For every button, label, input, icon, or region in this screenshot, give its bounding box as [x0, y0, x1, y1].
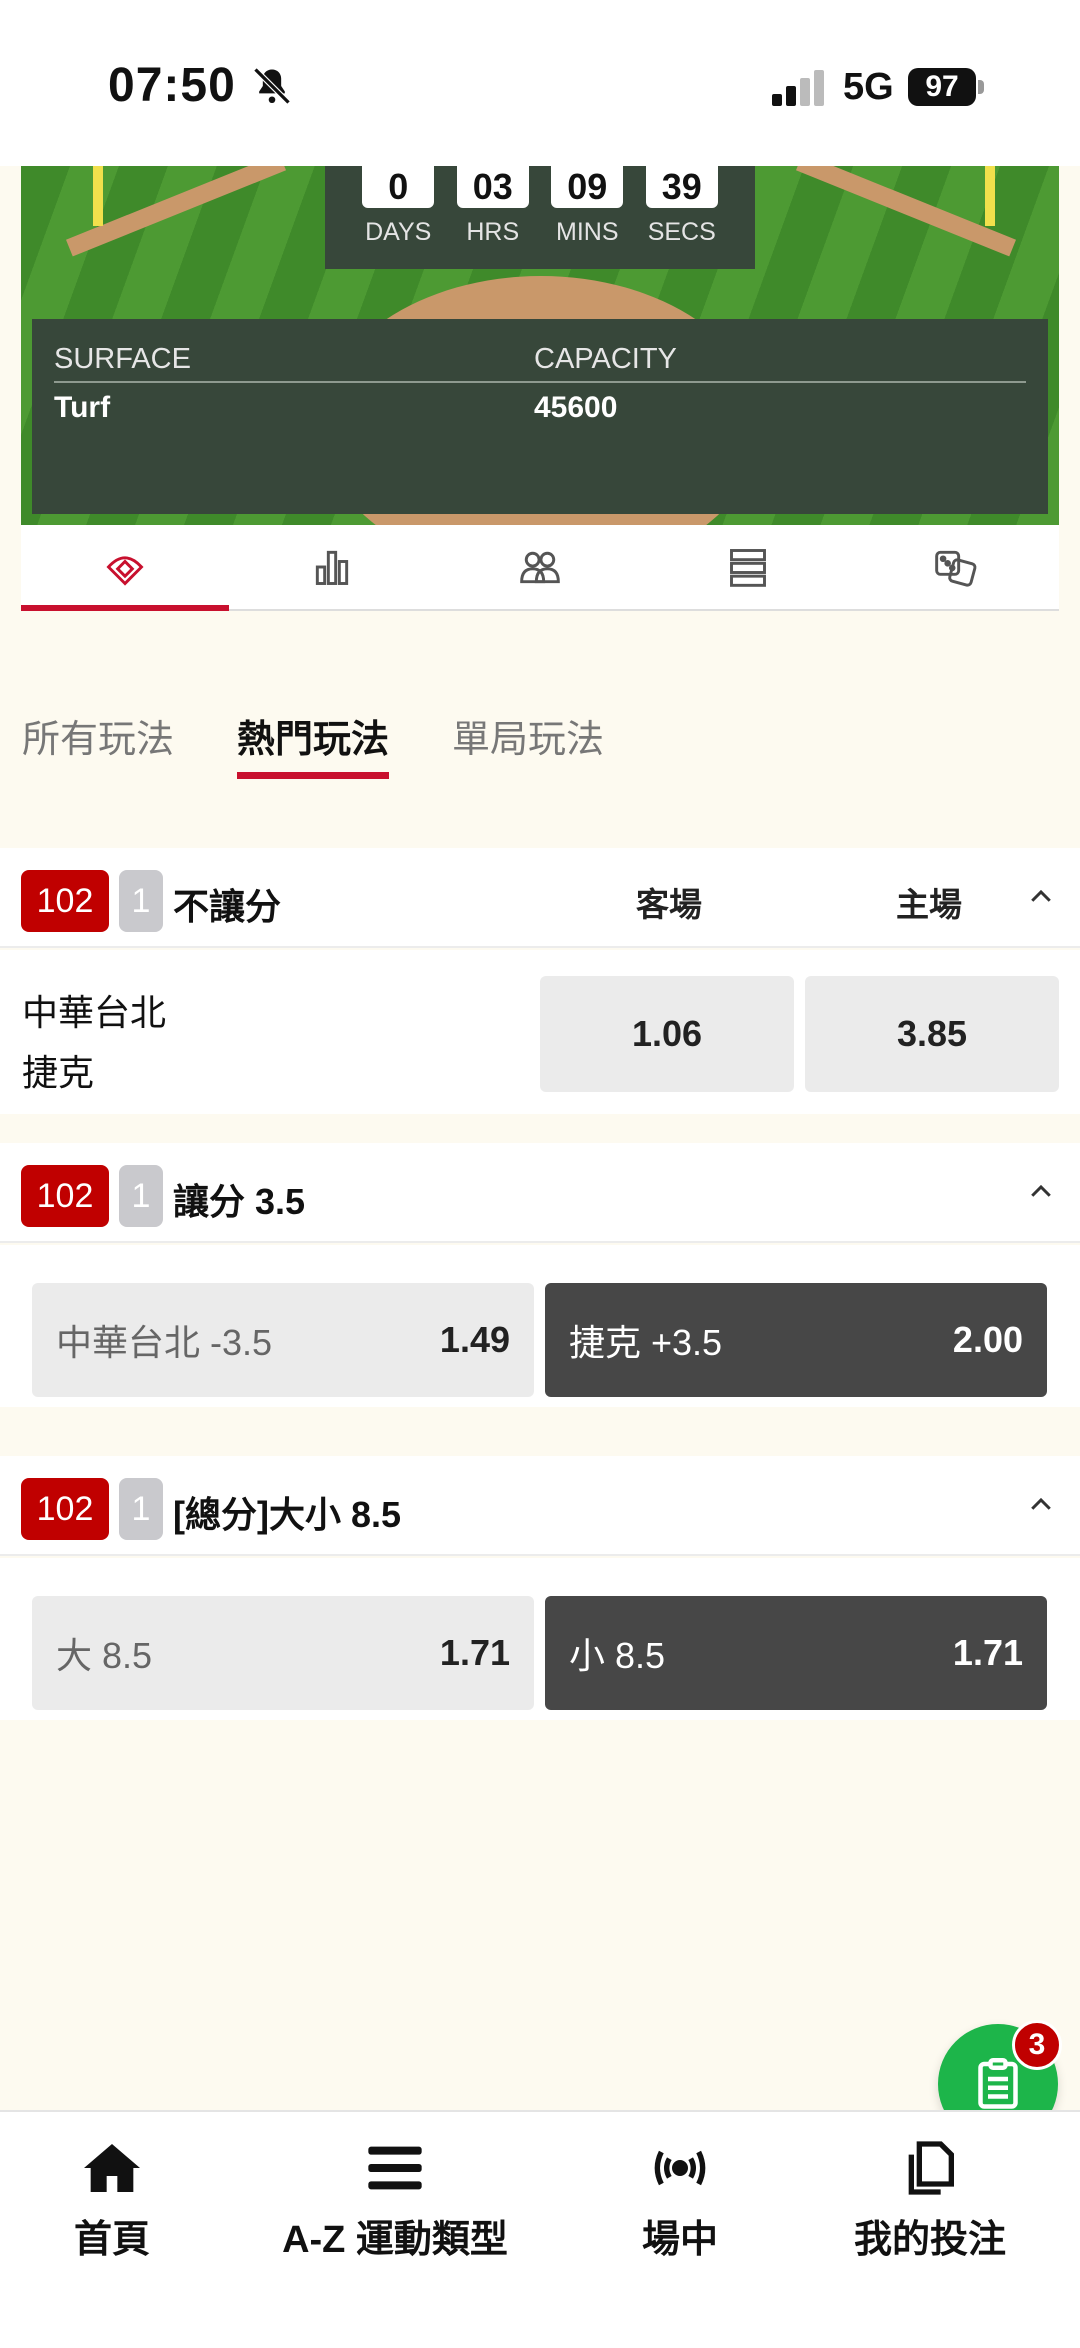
tab-field[interactable]	[21, 525, 229, 611]
nav-live-label: 場中	[641, 2219, 718, 2261]
field-dirt-right	[796, 166, 1016, 257]
selection-label: 大 8.5	[56, 1635, 153, 1676]
tab-stats[interactable]	[229, 525, 437, 609]
tab-all-markets[interactable]: 所有玩法	[22, 708, 174, 763]
venue-info-headers: SURFACE CAPACITY	[54, 343, 1026, 383]
market-title: 讓分 3.5	[173, 1181, 306, 1222]
surface-label: SURFACE	[54, 343, 191, 375]
handicap-left-selection[interactable]: 中華台北 -3.5 1.49	[32, 1283, 534, 1397]
list-icon	[729, 549, 766, 587]
market-title: [總分]大小 8.5	[173, 1494, 402, 1535]
countdown-days-value: 0	[362, 166, 435, 208]
team-2-name: 捷克	[22, 1052, 95, 1093]
away-odds-button[interactable]: 1.06	[540, 976, 794, 1092]
home-icon	[84, 2144, 140, 2192]
market-header-handicap[interactable]: 102 1 讓分 3.5	[0, 1143, 1080, 1243]
capacity-label: CAPACITY	[534, 343, 677, 375]
countdown-seconds-label: SECS	[647, 218, 716, 246]
handicap-right-selection[interactable]: 捷克 +3.5 2.00	[545, 1283, 1047, 1397]
surface-value: Turf	[54, 391, 111, 424]
away-column-header: 客場	[636, 886, 702, 923]
event-number-badge: 102	[21, 1165, 109, 1227]
stats-bar-chart-icon	[316, 550, 349, 585]
countdown-hours-label: HRS	[466, 218, 520, 246]
network-type: 5G	[843, 66, 894, 108]
event-number-badge: 102	[21, 870, 109, 932]
period-badge: 1	[119, 870, 163, 932]
match-info-tabs	[21, 525, 1059, 611]
countdown-minutes-value: 09	[551, 166, 624, 208]
market-header-total[interactable]: 102 1 [總分]大小 8.5	[0, 1456, 1080, 1556]
tab-inning-markets[interactable]: 單局玩法	[452, 708, 604, 763]
home-column-header: 主場	[896, 886, 962, 923]
nav-my-bets[interactable]: 我的投注	[850, 2136, 1010, 2263]
menu-icon	[368, 2146, 422, 2190]
market-category-tabs: 所有玩法 熱門玩法 單局玩法	[0, 680, 1080, 790]
status-time: 07:50	[108, 59, 236, 112]
nav-home[interactable]: 首頁	[62, 2136, 162, 2263]
status-bar: 07:50 5G 97	[0, 0, 1080, 166]
live-broadcast-icon	[654, 2150, 706, 2186]
stadium-banner: 0 DAYS 03 HRS 09 MINS 39 SECS SURFACE CA…	[21, 166, 1059, 525]
countdown-hours: 03 HRS	[456, 166, 529, 269]
total-over-selection[interactable]: 大 8.5 1.71	[32, 1596, 534, 1710]
team-1-name: 中華台北	[22, 992, 167, 1033]
players-icon	[520, 551, 560, 584]
nav-my-bets-label: 我的投注	[853, 2219, 1006, 2261]
baseball-field-icon	[106, 556, 144, 586]
bottom-navigation: 首頁 A-Z 運動類型 場中 我的投注	[0, 2110, 1080, 2348]
dice-icon	[935, 550, 977, 587]
nav-sports-az[interactable]: A-Z 運動類型	[280, 2136, 510, 2263]
foul-line-right	[985, 166, 995, 226]
total-under-selection[interactable]: 小 8.5 1.71	[545, 1596, 1047, 1710]
countdown-minutes: 09 MINS	[551, 166, 624, 269]
home-odds-button[interactable]: 3.85	[805, 976, 1059, 1092]
countdown-seconds: 39 SECS	[645, 166, 718, 269]
chevron-up-icon[interactable]	[1026, 1490, 1056, 1520]
documents-icon	[908, 2141, 954, 2195]
selection-label: 小 8.5	[569, 1635, 666, 1676]
foul-line-left	[93, 166, 103, 226]
period-badge: 1	[119, 1165, 163, 1227]
countdown-days-label: DAYS	[365, 218, 432, 246]
nav-sports-az-label: A-Z 運動類型	[282, 2219, 508, 2261]
selection-label: 捷克 +3.5	[569, 1322, 723, 1363]
market-title: 不讓分	[173, 886, 282, 927]
countdown-hours-value: 03	[456, 166, 529, 208]
battery-indicator: 97	[908, 68, 976, 106]
tab-dice[interactable]	[851, 525, 1059, 609]
nav-live[interactable]: 場中	[630, 2136, 730, 2263]
venue-info-panel: SURFACE CAPACITY Turf 45600	[32, 319, 1048, 514]
chevron-up-icon[interactable]	[1026, 882, 1056, 912]
bell-muted-icon	[253, 67, 291, 105]
nav-home-label: 首頁	[73, 2219, 150, 2261]
tab-list[interactable]	[644, 525, 852, 609]
tab-popular-markets[interactable]: 熱門玩法	[237, 708, 390, 779]
market-body-handicap: 中華台北 -3.5 1.49 捷克 +3.5 2.00	[0, 1245, 1080, 1407]
tab-players[interactable]	[436, 525, 644, 609]
market-body-total: 大 8.5 1.71 小 8.5 1.71	[0, 1558, 1080, 1720]
period-badge: 1	[119, 1478, 163, 1540]
capacity-value: 45600	[534, 391, 618, 424]
betslip-count-badge: 3	[1012, 2020, 1062, 2070]
cellular-signal-icon	[772, 70, 824, 106]
chevron-up-icon[interactable]	[1026, 1177, 1056, 1207]
event-number-badge: 102	[21, 1478, 109, 1540]
countdown-timer: 0 DAYS 03 HRS 09 MINS 39 SECS	[325, 166, 755, 269]
battery-nub	[978, 80, 984, 94]
selection-odds: 2.00	[952, 1319, 1023, 1360]
selection-odds: 1.49	[439, 1319, 510, 1360]
countdown-minutes-label: MINS	[556, 218, 619, 246]
selection-odds: 1.71	[439, 1632, 510, 1673]
selection-odds: 1.71	[952, 1632, 1023, 1673]
selection-label: 中華台北 -3.5	[56, 1322, 273, 1363]
countdown-seconds-value: 39	[645, 166, 718, 208]
countdown-days: 0 DAYS	[362, 166, 435, 269]
market-body-moneyline: 中華台北 捷克 1.06 3.85	[0, 950, 1080, 1114]
market-header-moneyline[interactable]: 102 1 不讓分 客場 主場	[0, 848, 1080, 948]
